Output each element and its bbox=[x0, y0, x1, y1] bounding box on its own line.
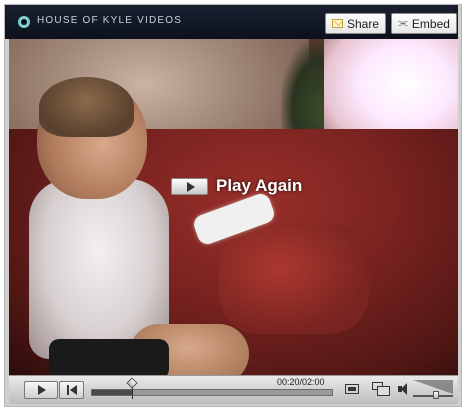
time-display: 00:20/02:00 bbox=[277, 377, 325, 387]
embed-label: Embed bbox=[411, 16, 450, 31]
video-frame[interactable]: Play Again bbox=[9, 39, 458, 375]
fullscreen-icon[interactable] bbox=[372, 382, 390, 396]
embed-button[interactable]: ⫘ Embed bbox=[391, 13, 457, 34]
video-scene-cushion bbox=[219, 224, 369, 334]
scrubber-handle[interactable] bbox=[126, 377, 138, 389]
video-scene-child-hair bbox=[39, 77, 134, 137]
volume-knob[interactable] bbox=[433, 391, 440, 399]
share-button[interactable]: Share bbox=[325, 13, 386, 34]
mail-icon bbox=[332, 19, 343, 28]
play-again-label: Play Again bbox=[216, 176, 303, 195]
share-label: Share bbox=[346, 16, 379, 31]
logo-icon bbox=[18, 16, 30, 28]
video-scene-child-shorts bbox=[49, 339, 169, 375]
progress-fill bbox=[92, 390, 133, 395]
volume-slider[interactable] bbox=[413, 380, 453, 400]
play-button[interactable] bbox=[24, 381, 58, 399]
play-icon bbox=[171, 177, 208, 195]
embed-icon: ⫘ bbox=[398, 17, 408, 29]
expand-icon[interactable] bbox=[344, 382, 362, 396]
play-again-button[interactable]: Play Again bbox=[171, 174, 302, 198]
progress-track[interactable] bbox=[91, 389, 333, 396]
player-header: HOUSE OF KYLE VIDEOS Share ⫘ Embed bbox=[5, 5, 458, 39]
control-bar: 00:20/02:00 bbox=[9, 375, 458, 404]
volume-icon[interactable] bbox=[398, 383, 410, 395]
rewind-button[interactable] bbox=[59, 381, 84, 399]
brand-title: HOUSE OF KYLE VIDEOS bbox=[37, 15, 183, 26]
